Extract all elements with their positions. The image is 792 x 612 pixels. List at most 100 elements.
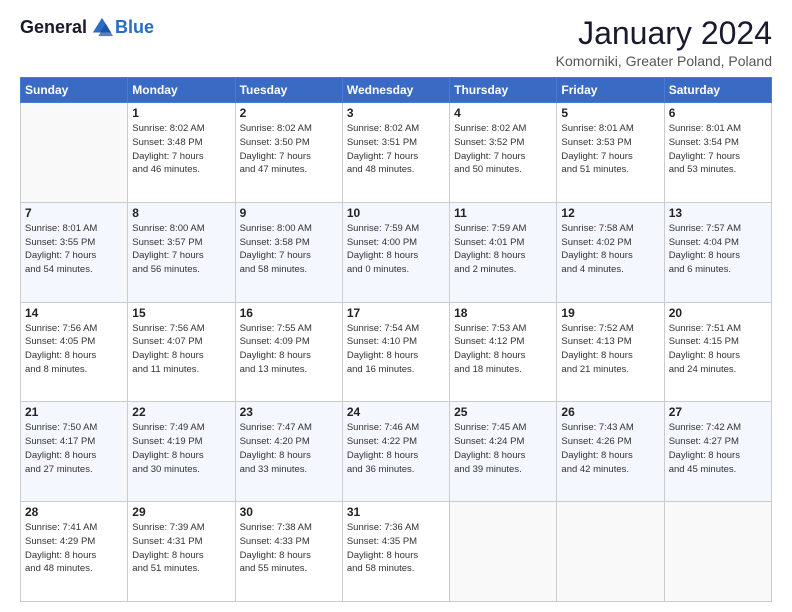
table-row: 14 Sunrise: 7:56 AMSunset: 4:05 PMDayligh… — [21, 302, 128, 402]
day-info: Sunrise: 8:02 AMSunset: 3:51 PMDaylight:… — [347, 122, 445, 177]
day-info: Sunrise: 7:53 AMSunset: 4:12 PMDaylight:… — [454, 322, 552, 377]
day-info: Sunrise: 8:01 AMSunset: 3:55 PMDaylight:… — [25, 222, 123, 277]
table-row: 3Sunrise: 8:02 AMSunset: 3:51 PMDaylight… — [342, 103, 449, 203]
table-row: 12Sunrise: 7:58 AMSunset: 4:02 PMDayligh… — [557, 202, 664, 302]
table-row — [450, 502, 557, 602]
table-row — [557, 502, 664, 602]
logo-area: General Blue — [20, 16, 154, 38]
calendar-week-1: 1 Sunrise: 8:02 AMSunset: 3:48 PMDaylight… — [21, 103, 772, 203]
table-row: 4 Sunrise: 8:02 AMSunset: 3:52 PMDaylight… — [450, 103, 557, 203]
table-row: 5 Sunrise: 8:01 AMSunset: 3:53 PMDaylight… — [557, 103, 664, 203]
header: General Blue January 2024 Komorniki, Gre… — [20, 16, 772, 69]
day-number: 25 — [454, 405, 552, 419]
calendar-week-4: 21 Sunrise: 7:50 AMSunset: 4:17 PMDayligh… — [21, 402, 772, 502]
table-row: 2 Sunrise: 8:02 AMSunset: 3:50 PMDaylight… — [235, 103, 342, 203]
day-info: Sunrise: 8:00 AMSunset: 3:58 PMDaylight:… — [240, 222, 338, 277]
day-number: 12 — [561, 206, 659, 220]
day-number: 11 — [454, 206, 552, 220]
table-row: 7 Sunrise: 8:01 AMSunset: 3:55 PMDaylight… — [21, 202, 128, 302]
day-info: Sunrise: 7:51 AMSunset: 4:15 PMDaylight:… — [669, 322, 767, 377]
day-info: Sunrise: 7:50 AMSunset: 4:17 PMDaylight:… — [25, 421, 123, 476]
day-info: Sunrise: 8:01 AMSunset: 3:54 PMDaylight:… — [669, 122, 767, 177]
table-row: 20 Sunrise: 7:51 AMSunset: 4:15 PMDayligh… — [664, 302, 771, 402]
day-number: 31 — [347, 505, 445, 519]
col-header-thursday: Thursday — [450, 78, 557, 103]
calendar-week-3: 14 Sunrise: 7:56 AMSunset: 4:05 PMDayligh… — [21, 302, 772, 402]
day-number: 7 — [25, 206, 123, 220]
table-row: 15 Sunrise: 7:56 AMSunset: 4:07 PMDayligh… — [128, 302, 235, 402]
day-number: 5 — [561, 106, 659, 120]
table-row: 23 Sunrise: 7:47 AMSunset: 4:20 PMDayligh… — [235, 402, 342, 502]
day-number: 16 — [240, 306, 338, 320]
day-number: 18 — [454, 306, 552, 320]
day-number: 15 — [132, 306, 230, 320]
day-number: 23 — [240, 405, 338, 419]
table-row: 17Sunrise: 7:54 AMSunset: 4:10 PMDayligh… — [342, 302, 449, 402]
table-row — [21, 103, 128, 203]
day-number: 21 — [25, 405, 123, 419]
day-info: Sunrise: 7:41 AMSunset: 4:29 PMDaylight:… — [25, 521, 123, 576]
col-header-tuesday: Tuesday — [235, 78, 342, 103]
day-info: Sunrise: 7:59 AMSunset: 4:00 PMDaylight:… — [347, 222, 445, 277]
table-row: 8Sunrise: 8:00 AMSunset: 3:57 PMDaylight… — [128, 202, 235, 302]
table-row: 29 Sunrise: 7:39 AMSunset: 4:31 PMDayligh… — [128, 502, 235, 602]
day-number: 6 — [669, 106, 767, 120]
table-row: 25 Sunrise: 7:45 AMSunset: 4:24 PMDayligh… — [450, 402, 557, 502]
day-number: 30 — [240, 505, 338, 519]
title-area: January 2024 Komorniki, Greater Poland, … — [556, 16, 772, 69]
logo-text-general: General — [20, 17, 87, 38]
day-number: 4 — [454, 106, 552, 120]
day-number: 29 — [132, 505, 230, 519]
day-info: Sunrise: 8:02 AMSunset: 3:48 PMDaylight:… — [132, 122, 230, 177]
day-info: Sunrise: 7:43 AMSunset: 4:26 PMDaylight:… — [561, 421, 659, 476]
table-row: 30 Sunrise: 7:38 AMSunset: 4:33 PMDayligh… — [235, 502, 342, 602]
day-info: Sunrise: 7:38 AMSunset: 4:33 PMDaylight:… — [240, 521, 338, 576]
day-number: 1 — [132, 106, 230, 120]
day-info: Sunrise: 8:02 AMSunset: 3:50 PMDaylight:… — [240, 122, 338, 177]
day-info: Sunrise: 8:01 AMSunset: 3:53 PMDaylight:… — [561, 122, 659, 177]
day-info: Sunrise: 7:42 AMSunset: 4:27 PMDaylight:… — [669, 421, 767, 476]
calendar-body: 1 Sunrise: 8:02 AMSunset: 3:48 PMDaylight… — [21, 103, 772, 602]
day-info: Sunrise: 7:56 AMSunset: 4:07 PMDaylight:… — [132, 322, 230, 377]
day-info: Sunrise: 8:02 AMSunset: 3:52 PMDaylight:… — [454, 122, 552, 177]
table-row: 22Sunrise: 7:49 AMSunset: 4:19 PMDayligh… — [128, 402, 235, 502]
day-number: 9 — [240, 206, 338, 220]
day-number: 2 — [240, 106, 338, 120]
day-number: 22 — [132, 405, 230, 419]
logo-text-blue: Blue — [115, 17, 154, 38]
table-row: 21 Sunrise: 7:50 AMSunset: 4:17 PMDayligh… — [21, 402, 128, 502]
day-info: Sunrise: 7:39 AMSunset: 4:31 PMDaylight:… — [132, 521, 230, 576]
day-info: Sunrise: 7:56 AMSunset: 4:05 PMDaylight:… — [25, 322, 123, 377]
day-info: Sunrise: 7:36 AMSunset: 4:35 PMDaylight:… — [347, 521, 445, 576]
col-header-friday: Friday — [557, 78, 664, 103]
table-row: 27Sunrise: 7:42 AMSunset: 4:27 PMDayligh… — [664, 402, 771, 502]
day-info: Sunrise: 7:46 AMSunset: 4:22 PMDaylight:… — [347, 421, 445, 476]
day-info: Sunrise: 7:52 AMSunset: 4:13 PMDaylight:… — [561, 322, 659, 377]
table-row: 6 Sunrise: 8:01 AMSunset: 3:54 PMDaylight… — [664, 103, 771, 203]
day-info: Sunrise: 7:59 AMSunset: 4:01 PMDaylight:… — [454, 222, 552, 277]
table-row: 11 Sunrise: 7:59 AMSunset: 4:01 PMDayligh… — [450, 202, 557, 302]
table-row: 26Sunrise: 7:43 AMSunset: 4:26 PMDayligh… — [557, 402, 664, 502]
table-row: 1 Sunrise: 8:02 AMSunset: 3:48 PMDaylight… — [128, 103, 235, 203]
day-number: 28 — [25, 505, 123, 519]
table-row: 31 Sunrise: 7:36 AMSunset: 4:35 PMDayligh… — [342, 502, 449, 602]
table-row: 28 Sunrise: 7:41 AMSunset: 4:29 PMDayligh… — [21, 502, 128, 602]
col-header-saturday: Saturday — [664, 78, 771, 103]
day-info: Sunrise: 7:47 AMSunset: 4:20 PMDaylight:… — [240, 421, 338, 476]
day-number: 20 — [669, 306, 767, 320]
table-row: 13Sunrise: 7:57 AMSunset: 4:04 PMDayligh… — [664, 202, 771, 302]
col-header-sunday: Sunday — [21, 78, 128, 103]
logo-icon — [91, 16, 113, 38]
table-row: 16Sunrise: 7:55 AMSunset: 4:09 PMDayligh… — [235, 302, 342, 402]
location: Komorniki, Greater Poland, Poland — [556, 53, 772, 69]
day-number: 10 — [347, 206, 445, 220]
logo: General Blue — [20, 16, 154, 38]
table-row: 9 Sunrise: 8:00 AMSunset: 3:58 PMDaylight… — [235, 202, 342, 302]
calendar-header-row: Sunday Monday Tuesday Wednesday Thursday… — [21, 78, 772, 103]
day-info: Sunrise: 7:45 AMSunset: 4:24 PMDaylight:… — [454, 421, 552, 476]
day-number: 14 — [25, 306, 123, 320]
calendar-week-5: 28 Sunrise: 7:41 AMSunset: 4:29 PMDayligh… — [21, 502, 772, 602]
page: General Blue January 2024 Komorniki, Gre… — [0, 0, 792, 612]
col-header-wednesday: Wednesday — [342, 78, 449, 103]
calendar-week-2: 7 Sunrise: 8:01 AMSunset: 3:55 PMDaylight… — [21, 202, 772, 302]
